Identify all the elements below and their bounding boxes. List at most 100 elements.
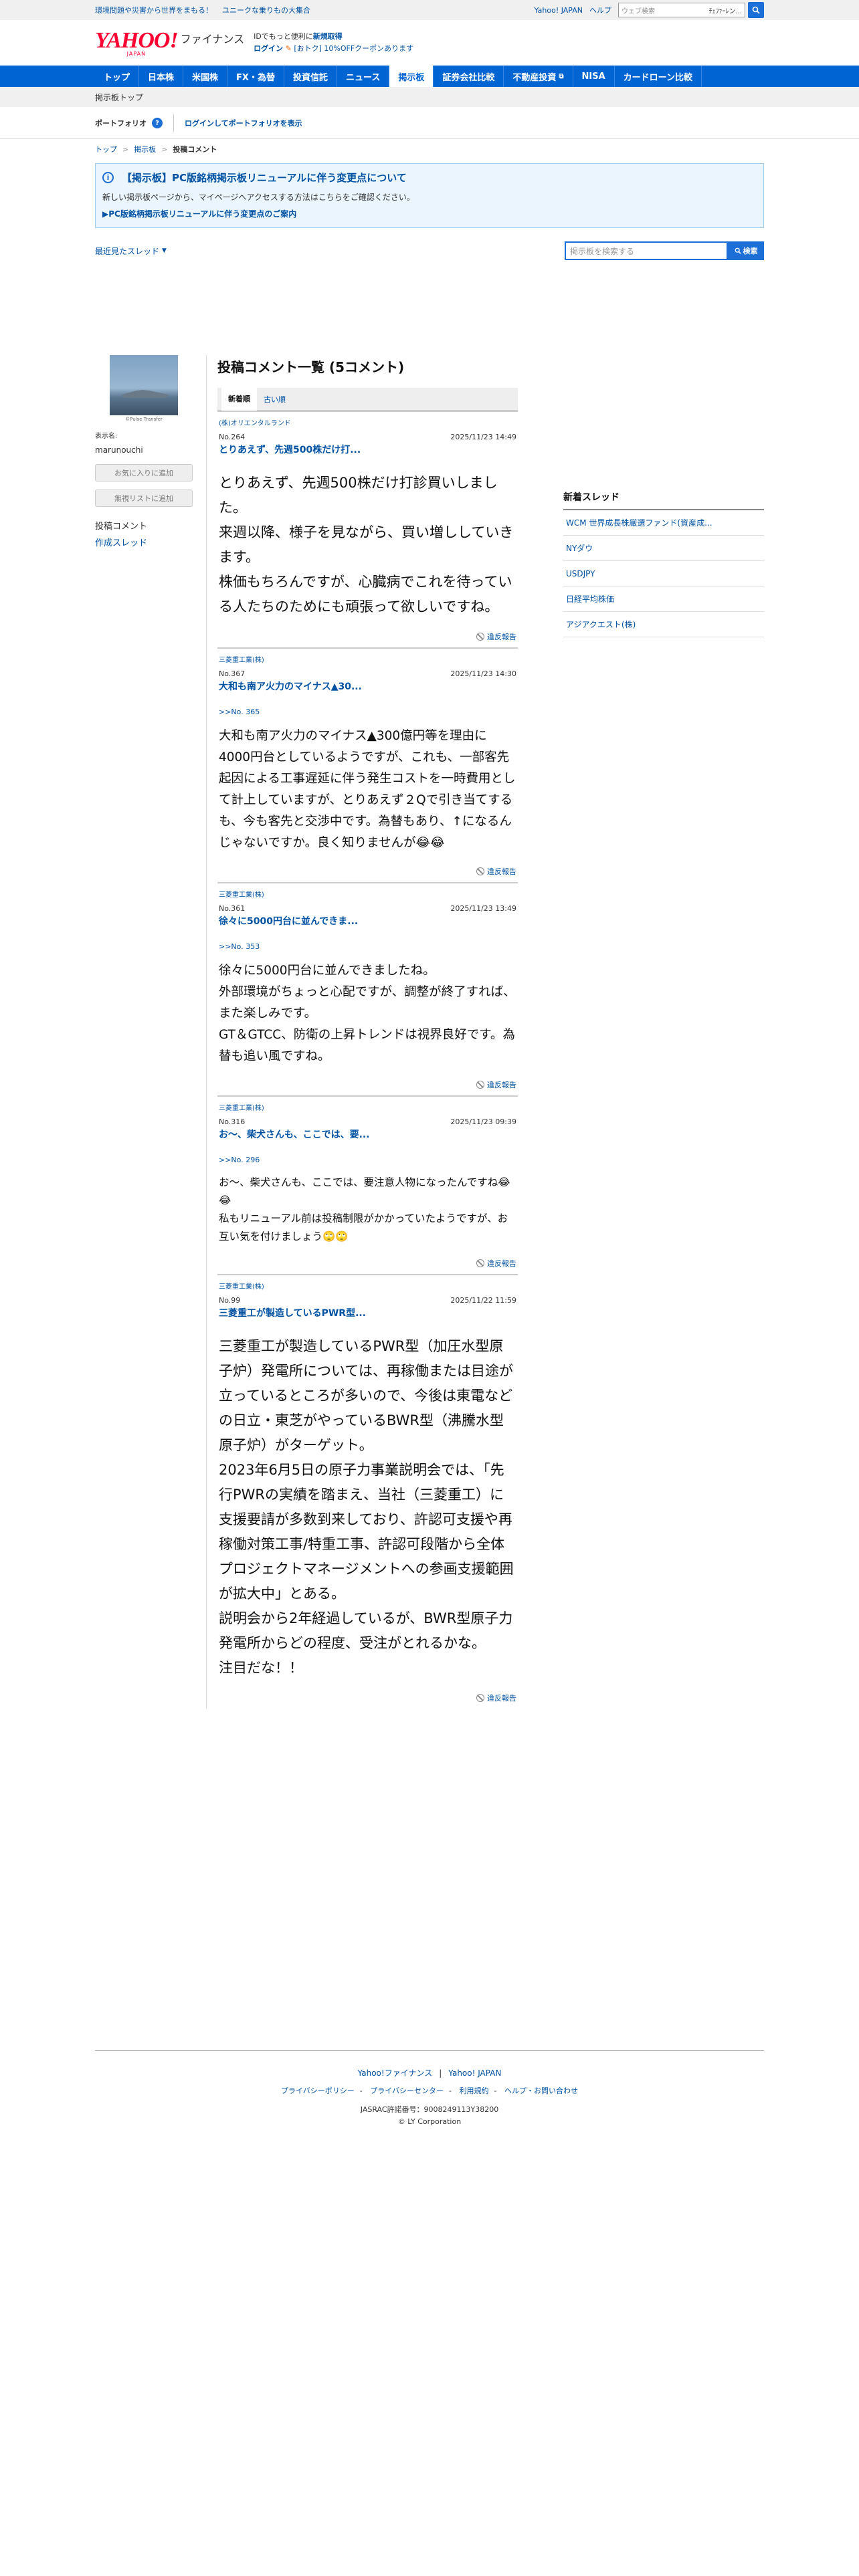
thread-link[interactable]: WCM 世界成長株厳選ファンド(資産成... <box>563 510 764 536</box>
gnav-news[interactable]: ニュース <box>337 66 390 87</box>
promo-link-2[interactable]: ユニークな乗りもの大集合 <box>222 5 310 15</box>
gnav-us-stocks[interactable]: 米国株 <box>183 66 228 87</box>
add-ignore-button[interactable]: 無視リストに追加 <box>95 490 193 507</box>
reply-link[interactable]: >>No. 365 <box>219 708 516 716</box>
display-name-label: 表示名: <box>95 433 118 440</box>
gnav-top[interactable]: トップ <box>95 66 140 87</box>
post-title[interactable]: 徐々に5000円台に並んできま... <box>219 914 516 928</box>
web-search-button[interactable] <box>748 2 764 18</box>
gnav-japan-stocks[interactable]: 日本株 <box>139 66 184 87</box>
web-search-input[interactable]: ウェブ検索 ﾁｪﾌｧｰﾚン... <box>618 3 745 17</box>
add-favorite-button[interactable]: お気に入りに追加 <box>95 464 193 481</box>
gnav-nisa[interactable]: NISA <box>573 66 615 87</box>
yahoo-japan-link[interactable]: Yahoo! JAPAN <box>534 6 583 15</box>
gnav-board[interactable]: 掲示板 <box>389 66 434 87</box>
post-date: 2025/11/23 13:49 <box>450 904 516 913</box>
footer-contact-link[interactable]: ヘルプ・お問い合わせ <box>504 2086 578 2095</box>
post-item: 三菱重工業(株) No.316 2025/11/23 09:39 お〜、柴犬さんも… <box>217 1095 518 1274</box>
post-board-link[interactable]: 三菱重工業(株) <box>219 1281 516 1291</box>
signup-link[interactable]: 新規取得 <box>313 32 343 41</box>
footer-privacy-center-link[interactable]: プライバシーセンター <box>370 2086 444 2095</box>
post-line: 説明会から2年経過しているが、BWR型原子力発電所からどの程度、受注がとれるかな… <box>219 1610 513 1651</box>
post-title[interactable]: 三菱重工が製造しているPWR型... <box>219 1306 516 1319</box>
tab-newest[interactable]: 新着順 <box>221 387 257 411</box>
avatar-caption: ©Pulse Transfer <box>125 417 163 422</box>
thread-link[interactable]: 日経平均株価 <box>563 586 764 612</box>
logo-finance-text: ファイナンス <box>180 33 245 45</box>
signup-prompt: IDでもっと便利に <box>254 32 313 41</box>
report-link[interactable]: 違反報告 <box>219 1258 516 1269</box>
post-board-link[interactable]: 三菱重工業(株) <box>219 1102 516 1112</box>
gnav-broker-compare[interactable]: 証券会社比較 <box>434 66 504 87</box>
web-search: ウェブ検索 ﾁｪﾌｧｰﾚン... <box>618 2 764 18</box>
notice-title[interactable]: 【掲示板】PC版銘柄掲示板リニューアルに伴う変更点について <box>122 171 407 185</box>
post-line: 株価もちろんですが、心臓病でこれを待っている人たちのためにも頑張って欲しいですね… <box>219 574 512 615</box>
portfolio-bar: ポートフォリオ ? ログインしてポートフォリオを表示 <box>0 107 859 139</box>
yahoo-finance-logo[interactable]: YAHOO! JAPAN ファイナンス <box>95 29 244 57</box>
reply-link[interactable]: >>No. 296 <box>219 1156 516 1164</box>
post-title[interactable]: 大和も南ア火力のマイナス▲30... <box>219 679 516 693</box>
gnav-card-loan[interactable]: カードローン比較 <box>615 66 702 87</box>
prohibited-icon <box>476 1694 484 1702</box>
gnav-real-estate[interactable]: 不動産投資 ⧉ <box>504 66 573 87</box>
info-icon: i <box>102 172 114 183</box>
report-link[interactable]: 違反報告 <box>219 1693 516 1703</box>
board-top-link[interactable]: 掲示板トップ <box>95 92 143 103</box>
search-icon <box>735 247 741 254</box>
post-title[interactable]: お〜、柴犬さんも、ここでは、要... <box>219 1128 516 1141</box>
post-line: 私もリニューアル前は投稿制限がかかっていたようですが、お互い気を付けましょう🙄🙄 <box>219 1212 508 1243</box>
post-number: No.316 <box>219 1117 246 1126</box>
avatar <box>110 355 178 415</box>
post-item: (株)オリエンタルランド No.264 2025/11/23 14:49 とりあえ… <box>217 411 518 647</box>
post-date: 2025/11/23 09:39 <box>450 1117 516 1126</box>
gnav-real-estate-label: 不動産投資 <box>512 72 557 83</box>
login-link[interactable]: ログイン <box>254 44 283 53</box>
prohibited-icon <box>476 633 484 641</box>
report-link[interactable]: 違反報告 <box>219 866 516 877</box>
report-link[interactable]: 違反報告 <box>219 1079 516 1090</box>
gnav-funds[interactable]: 投資信託 <box>284 66 337 87</box>
tab-oldest[interactable]: 古い順 <box>257 388 292 411</box>
portfolio-login-link[interactable]: ログインしてポートフォリオを表示 <box>185 118 302 128</box>
promo-link-1[interactable]: 環境問題や災害から世界をまもる！ <box>95 5 213 15</box>
board-search-placeholder: 掲示板を検索する <box>570 246 635 256</box>
report-link[interactable]: 違反報告 <box>219 631 516 642</box>
top-bar: 環境問題や災害から世界をまもる！ ユニークな乗りもの大集合 Yahoo! JAP… <box>0 0 859 20</box>
breadcrumb-top[interactable]: トップ <box>95 144 117 154</box>
menu-created-threads[interactable]: 作成スレッド <box>95 536 195 548</box>
post-board-link[interactable]: 三菱重工業(株) <box>219 889 516 899</box>
recent-threads-dropdown[interactable]: 最近見たスレッド ▼ <box>95 245 167 257</box>
breadcrumb-board[interactable]: 掲示板 <box>134 144 156 154</box>
thread-link[interactable]: USDJPY <box>563 561 764 586</box>
thread-link[interactable]: アジアクエスト(株) <box>563 612 764 637</box>
footer-yahoo-link[interactable]: Yahoo! JAPAN <box>448 2068 501 2078</box>
footer-privacy-link[interactable]: プライバシーポリシー <box>281 2086 355 2095</box>
help-link[interactable]: ヘルプ <box>589 5 611 15</box>
footer-finance-link[interactable]: Yahoo!ファイナンス <box>358 2068 433 2078</box>
post-board-link[interactable]: (株)オリエンタルランド <box>219 417 516 427</box>
coupon-link[interactable]: [おトク] 10%OFFクーポンあります <box>294 44 413 53</box>
web-search-suggestion: ﾁｪﾌｧｰﾚン... <box>708 7 742 15</box>
prohibited-icon <box>476 1081 484 1089</box>
footer-separator: - <box>494 2086 497 2095</box>
post-date: 2025/11/23 14:49 <box>450 433 516 441</box>
page-title: 投稿コメント一覧 (5コメント) <box>217 359 405 375</box>
post-line: 注目だな！！ <box>219 1660 303 1676</box>
post-title[interactable]: とりあえず、先週500株だけ打... <box>219 443 516 456</box>
gnav-fx[interactable]: FX・為替 <box>227 66 284 87</box>
post-board-link[interactable]: 三菱重工業(株) <box>219 654 516 664</box>
breadcrumb-separator-icon: > <box>161 144 168 154</box>
thread-link[interactable]: NYダウ <box>563 536 764 561</box>
help-icon[interactable]: ? <box>152 118 163 128</box>
prohibited-icon <box>476 1259 484 1267</box>
menu-posted-comments: 投稿コメント <box>95 522 148 532</box>
footer-terms-link[interactable]: 利用規約 <box>460 2086 489 2095</box>
board-search-input[interactable]: 掲示板を検索する <box>565 241 728 260</box>
reply-link[interactable]: >>No. 353 <box>219 942 516 951</box>
notice-description: 新しい掲示板ページから、マイページへアクセスする方法はこちらをご確認ください。 <box>102 193 415 202</box>
notice-link[interactable]: ▶PC版銘柄掲示板リニューアルに伴う変更点のご案内 <box>102 208 757 219</box>
post-line: 大和も南ア火力のマイナス▲300億円等を理由に4000円台としているようですが、… <box>219 729 516 850</box>
global-nav: トップ 日本株 米国株 FX・為替 投資信託 ニュース 掲示板 証券会社比較 不… <box>0 66 859 87</box>
board-search-button[interactable]: 検索 <box>728 241 764 260</box>
post-line: 外部環境がちょっと心配ですが、調整が終了すれば、また楽しみです。 <box>219 985 516 1021</box>
